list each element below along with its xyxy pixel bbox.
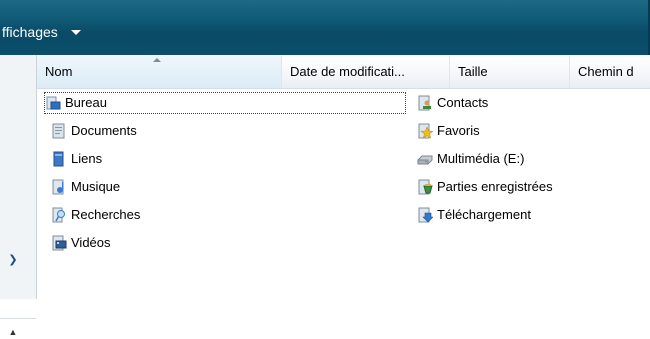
column-name-label: Nom bbox=[45, 64, 73, 79]
list-item-label: Recherches bbox=[71, 207, 141, 222]
list-item-videos[interactable]: Vidéos bbox=[51, 233, 111, 253]
list-item-telechargement[interactable]: Téléchargement bbox=[417, 205, 531, 225]
list-item-label: Favoris bbox=[437, 123, 480, 138]
list-item-label: Documents bbox=[71, 123, 137, 138]
list-item-contacts[interactable]: Contacts bbox=[417, 93, 488, 113]
list-item-label: Téléchargement bbox=[437, 207, 531, 222]
searches-icon bbox=[52, 207, 65, 223]
videos-icon bbox=[52, 235, 67, 251]
downloads-icon bbox=[418, 207, 433, 223]
list-item-label: Multimédia (E:) bbox=[437, 151, 525, 166]
column-size[interactable]: Taille bbox=[450, 56, 570, 88]
chevron-down-icon[interactable]: ❯ bbox=[6, 253, 20, 267]
list-item-multimedia[interactable]: Multimédia (E:) bbox=[417, 149, 524, 169]
dropdown-arrow-icon bbox=[70, 29, 81, 35]
list-item-favoris[interactable]: Favoris bbox=[417, 121, 480, 141]
chevron-up-icon[interactable]: ▲ bbox=[6, 325, 20, 339]
column-header: Nom Date de modificati... Taille Chemin … bbox=[37, 56, 650, 89]
saved-games-icon bbox=[418, 179, 433, 195]
documents-icon bbox=[52, 123, 65, 139]
desktop-icon bbox=[46, 96, 61, 110]
column-date-modified[interactable]: Date de modificati... bbox=[282, 56, 450, 88]
favorites-icon bbox=[418, 123, 433, 139]
views-menu-label: ffichages bbox=[2, 24, 58, 40]
column-date-label: Date de modificati... bbox=[290, 64, 405, 79]
list-item-recherches[interactable]: Recherches bbox=[51, 205, 140, 225]
column-path-label: Chemin d bbox=[578, 64, 634, 79]
list-item-bureau[interactable]: Bureau bbox=[44, 92, 406, 114]
navigation-pane: ❯ ▲ bbox=[0, 55, 37, 337]
list-item-label: Contacts bbox=[437, 95, 489, 110]
command-bar: ffichages bbox=[0, 0, 650, 55]
list-item-liens[interactable]: Liens bbox=[51, 149, 102, 169]
list-item-label: Parties enregistrées bbox=[437, 179, 553, 194]
list-item-label: Bureau bbox=[65, 95, 107, 110]
list-item-label: Vidéos bbox=[71, 235, 111, 250]
list-item-musique[interactable]: Musique bbox=[51, 177, 120, 197]
list-item-documents[interactable]: Documents bbox=[51, 121, 137, 141]
contacts-icon bbox=[418, 95, 431, 111]
drive-icon bbox=[417, 155, 433, 165]
views-menu-button[interactable]: ffichages bbox=[2, 22, 81, 42]
list-item-label: Liens bbox=[71, 151, 103, 166]
music-icon bbox=[52, 179, 64, 195]
links-icon bbox=[53, 151, 64, 167]
sort-ascending-icon bbox=[153, 58, 161, 62]
pane-divider bbox=[0, 318, 36, 319]
list-item-parties-enregistrees[interactable]: Parties enregistrées bbox=[417, 177, 553, 197]
column-name[interactable]: Nom bbox=[37, 56, 282, 88]
column-path[interactable]: Chemin d bbox=[570, 56, 650, 88]
list-item-label: Musique bbox=[71, 179, 121, 194]
column-size-label: Taille bbox=[458, 64, 488, 79]
